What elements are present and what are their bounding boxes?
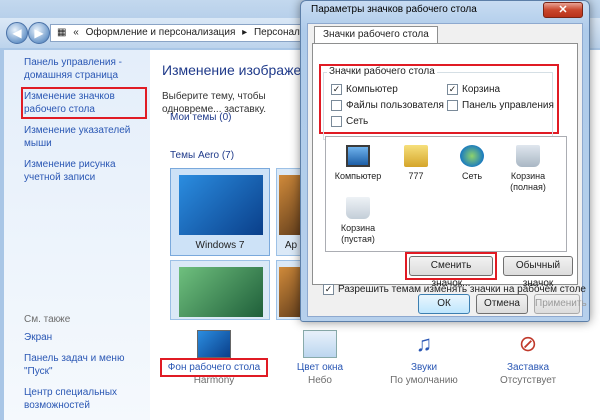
default-icon-button[interactable]: Обычный значок (503, 256, 573, 289)
breadcrumb-overflow[interactable]: « (73, 27, 79, 38)
icon-label: 777 (408, 171, 424, 181)
checkbox-label: Сеть (346, 116, 369, 127)
checkbox-box[interactable] (331, 100, 342, 111)
folder-icon (404, 145, 428, 167)
change-icon-button[interactable]: Сменить значок... (409, 256, 493, 289)
checkbox-box[interactable] (331, 116, 342, 127)
desktop-icon-settings-dialog: Параметры значков рабочего стола ✕ Значк… (300, 0, 590, 322)
cancel-button[interactable]: Отмена (476, 294, 528, 314)
computer-icon (346, 145, 370, 167)
see-also-taskbar[interactable]: Панель задач и меню "Пуск" (24, 352, 144, 378)
theme-nature[interactable] (170, 260, 270, 320)
dialog-client: Значки рабочего стола Значки рабочего ст… (307, 23, 587, 317)
sounds-icon: ♫ (415, 331, 433, 356)
theme-windows7[interactable]: Windows 7 (170, 168, 270, 256)
item-title: Фон рабочего стола (160, 358, 268, 377)
sidebar-link-mouse-pointers[interactable]: Изменение указателей мыши (24, 124, 144, 150)
sidebar: Панель управления - домашняя страница Из… (4, 50, 150, 420)
icon-item-recycle-full[interactable]: Корзина (полная) (500, 145, 556, 193)
theme-preview (179, 267, 263, 317)
network-icon (460, 145, 484, 167)
item-title: Цвет окна (296, 362, 344, 373)
icon-label: Корзина (пустая) (340, 223, 376, 244)
window-color-item[interactable]: Цвет окна Небо (270, 330, 370, 386)
checkbox-label: Файлы пользователя (346, 100, 444, 111)
checkbox-user-files[interactable]: Файлы пользователя (331, 100, 444, 111)
dialog-title: Параметры значков рабочего стола (311, 4, 477, 15)
checkbox-box[interactable] (447, 100, 458, 111)
checkbox-label: Компьютер (346, 84, 398, 95)
see-also-accessibility[interactable]: Центр специальных возможностей (24, 386, 144, 412)
checkbox-computer[interactable]: ✓ Компьютер (331, 84, 398, 95)
window-color-icon (303, 330, 337, 358)
icon-label: Корзина (полная) (510, 171, 546, 192)
item-title: Заставка (506, 362, 550, 373)
sidebar-link-account-picture[interactable]: Изменение рисунка учетной записи (24, 158, 144, 184)
item-subtitle: Harmony (193, 375, 235, 386)
close-button[interactable]: ✕ (543, 2, 583, 18)
see-also-header: См. также (24, 314, 71, 325)
icon-label: Компьютер (334, 171, 382, 181)
checkbox-box[interactable]: ✓ (323, 284, 334, 295)
checkbox-recycle-bin[interactable]: ✓ Корзина (447, 84, 500, 95)
see-also-display[interactable]: Экран (24, 331, 144, 344)
aero-themes-header[interactable]: Темы Aero (7) (170, 150, 234, 161)
apply-button[interactable]: Применить (534, 294, 587, 314)
control-panel-icon: ▦ (57, 27, 67, 38)
icon-label: Сеть (461, 171, 483, 181)
item-subtitle: По умолчанию (390, 375, 458, 386)
screensaver-icon: ⊘ (518, 331, 538, 356)
forward-button[interactable]: ▶ (28, 22, 50, 44)
checkbox-network[interactable]: Сеть (331, 116, 368, 127)
item-subtitle: Отсутствует (499, 375, 557, 386)
item-subtitle: Небо (308, 375, 332, 386)
desktop-icons-list: Компьютер 777 Сеть Корзина (полная) Корз… (325, 136, 567, 252)
tab-desktop-icons[interactable]: Значки рабочего стола (314, 26, 438, 44)
theme-preview (179, 175, 263, 235)
personalization-bottom-bar: Фон рабочего стола Harmony Цвет окна Неб… (160, 322, 600, 418)
back-button[interactable]: ◀ (6, 22, 28, 44)
theme-label: Windows 7 (195, 240, 245, 251)
breadcrumb-appearance[interactable]: Оформление и персонализация (86, 27, 236, 38)
screensaver-item[interactable]: ⊘ Заставка Отсутствует (478, 330, 578, 386)
sidebar-link-desktop-icons[interactable]: Изменение значков рабочего стола (21, 87, 147, 119)
item-title: Звуки (410, 362, 438, 373)
tab-pane: Значки рабочего стола ✓ Компьютер ✓ Корзин… (312, 43, 586, 295)
checkbox-label: Панель управления (462, 100, 554, 111)
sidebar-link-home[interactable]: Панель управления - домашняя страница (24, 56, 144, 82)
checkbox-label: Корзина (462, 84, 501, 95)
wallpaper-icon (197, 330, 231, 358)
checkbox-box[interactable]: ✓ (447, 84, 458, 95)
recycle-bin-empty-icon (346, 197, 370, 219)
icon-item-network[interactable]: Сеть (444, 145, 500, 182)
checkbox-box[interactable]: ✓ (331, 84, 342, 95)
recycle-bin-full-icon (516, 145, 540, 167)
icon-item-user-folder[interactable]: 777 (388, 145, 444, 182)
my-themes-header[interactable]: Мои темы (0) (170, 112, 231, 123)
breadcrumb-arrow-icon[interactable]: ▸ (242, 27, 247, 38)
checkbox-control-panel[interactable]: Панель управления (447, 100, 554, 111)
icon-item-computer[interactable]: Компьютер (330, 145, 386, 182)
desktop-background-item[interactable]: Фон рабочего стола Harmony (160, 330, 268, 386)
ok-button[interactable]: ОК (418, 294, 470, 314)
sounds-item[interactable]: ♫ Звуки По умолчанию (374, 330, 474, 386)
group-title: Значки рабочего стола (327, 66, 437, 77)
icon-item-recycle-empty[interactable]: Корзина (пустая) (330, 197, 386, 245)
